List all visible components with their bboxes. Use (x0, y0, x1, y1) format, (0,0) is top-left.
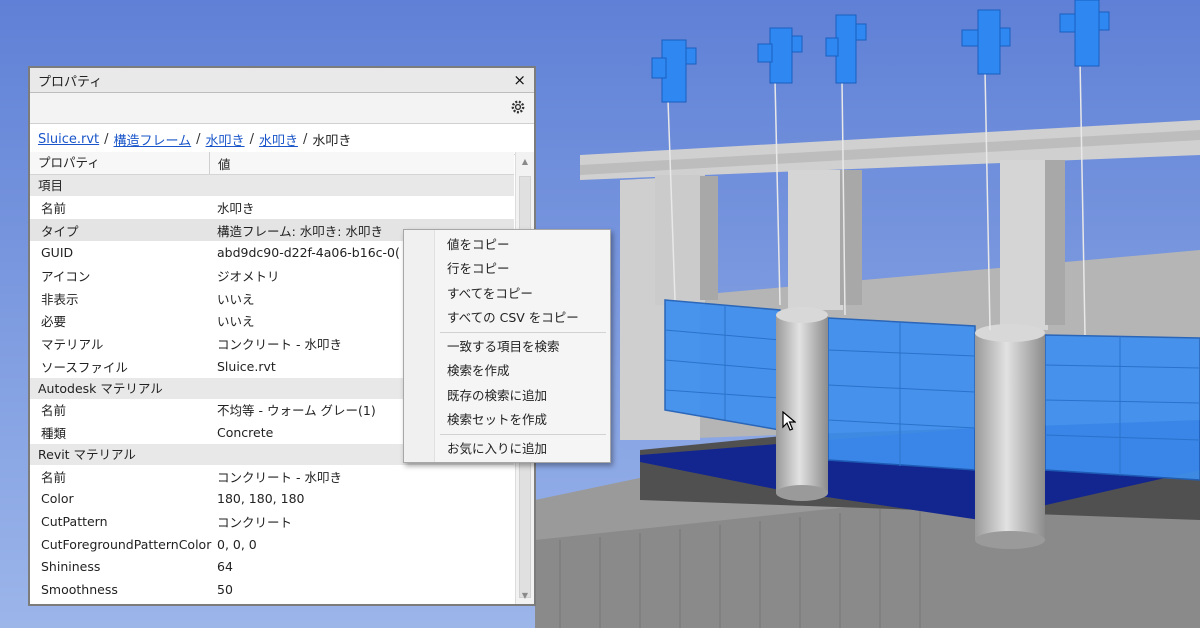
property-name: 名前 (41, 403, 67, 419)
mouse-pointer-icon (782, 411, 796, 431)
property-value: いいえ (217, 291, 255, 307)
property-name: 種類 (41, 426, 67, 442)
property-row[interactable]: 名前 コンクリート - 水叩き (30, 465, 514, 488)
menu-separator (440, 434, 606, 436)
menu-item[interactable]: お気に入りに追加 (404, 437, 610, 461)
gear-icon[interactable] (510, 99, 526, 118)
property-value: ジオメトリ (217, 268, 280, 284)
property-value: いいえ (217, 314, 255, 330)
property-value: 砂 (217, 603, 230, 604)
breadcrumb-separator: / (104, 131, 109, 147)
panel-titlebar[interactable]: プロパティ × (30, 68, 534, 93)
property-name: ソースファイル (41, 359, 128, 375)
property-name: CutForegroundPatternColor (41, 536, 212, 552)
property-row[interactable]: CutPattern コンクリート (30, 510, 514, 533)
menu-item[interactable]: 検索セットを作成 (404, 408, 610, 432)
column-header-property[interactable]: プロパティ (30, 152, 210, 174)
category-header[interactable]: 項目 (30, 175, 514, 196)
column-header-value[interactable]: 値 (210, 154, 231, 173)
property-value: コンクリート - 水叩き (217, 336, 342, 352)
property-row[interactable]: CutForegroundPatternColor 0, 0, 0 (30, 533, 514, 556)
breadcrumb-link[interactable]: 構造フレーム (114, 130, 192, 149)
property-name: 名前 (41, 200, 67, 216)
property-value: Concrete (217, 425, 274, 441)
menu-separator (440, 332, 606, 334)
menu-items: 値をコピー 行をコピー すべてをコピー すべての CSV をコピー 一致する項目を検索検… (404, 233, 610, 462)
property-name: Shininess (41, 559, 101, 575)
property-name: 非表示 (41, 291, 79, 307)
property-value: 50 (217, 582, 233, 598)
scroll-up-icon[interactable]: ▲ (516, 152, 534, 170)
context-menu: 値をコピー 行をコピー すべてをコピー すべての CSV をコピー 一致する項目を検索検… (403, 229, 611, 463)
property-value: 水叩き (217, 200, 255, 216)
breadcrumb-current: 水叩き (312, 133, 352, 149)
breadcrumb-link[interactable]: 水叩き (259, 130, 298, 149)
menu-item[interactable]: 既存の検索に追加 (404, 384, 610, 408)
breadcrumb: Sluice.rvt / 構造フレーム / 水叩き / 水叩き / 水叩き (30, 124, 534, 155)
panel-title: プロパティ (38, 74, 103, 90)
menu-item[interactable]: すべての CSV をコピー (404, 306, 610, 330)
property-value: Sluice.rvt (217, 358, 276, 374)
property-value: 180, 180, 180 (217, 491, 305, 507)
scroll-down-icon[interactable]: ▼ (516, 586, 534, 604)
grid-header: プロパティ 値 (30, 152, 514, 175)
breadcrumb-separator: / (302, 131, 308, 147)
breadcrumb-separator: / (249, 131, 254, 147)
menu-item[interactable]: 検索を作成 (404, 359, 610, 383)
property-name: 必要 (41, 314, 67, 330)
breadcrumb-link[interactable]: 水叩き (206, 130, 245, 149)
menu-item[interactable]: すべてをコピー (404, 282, 610, 306)
property-name: タイプ (41, 223, 79, 239)
menu-item[interactable]: 一致する項目を検索 (404, 335, 610, 359)
property-value: コンクリート - 水叩き (217, 469, 342, 485)
property-row[interactable]: Color 180, 180, 180 (30, 488, 514, 511)
property-value: 0, 0, 0 (217, 536, 257, 552)
property-name: マテリアル (41, 336, 104, 352)
property-name: Smoothness (41, 582, 118, 598)
property-value: abd9dc90-d22f-4a06-b16c-0( (217, 245, 400, 261)
property-row[interactable]: 名前 水叩き (30, 196, 514, 219)
menu-item[interactable]: 行をコピー (404, 257, 610, 281)
breadcrumb-separator: / (196, 131, 201, 147)
property-value: 構造フレーム: 水叩き: 水叩き (217, 223, 383, 239)
property-row[interactable]: SurfacePattern砂 (30, 601, 514, 604)
breadcrumb-link[interactable]: Sluice.rvt (38, 132, 99, 147)
property-name: アイコン (41, 268, 91, 284)
property-name: Color (41, 491, 74, 507)
property-value: 64 (217, 559, 233, 575)
property-row[interactable]: Shininess 64 (30, 556, 514, 579)
property-row[interactable]: Smoothness 50 (30, 578, 514, 601)
property-name: GUID (41, 245, 74, 261)
property-name: CutPattern (41, 514, 108, 530)
panel-toolbar (30, 93, 534, 124)
close-icon[interactable]: × (513, 72, 526, 88)
property-name: 名前 (41, 469, 67, 485)
menu-item[interactable]: 値をコピー (404, 233, 610, 257)
property-value: コンクリート (217, 515, 293, 531)
property-value: 不均等 - ウォーム グレー(1) (217, 403, 376, 419)
